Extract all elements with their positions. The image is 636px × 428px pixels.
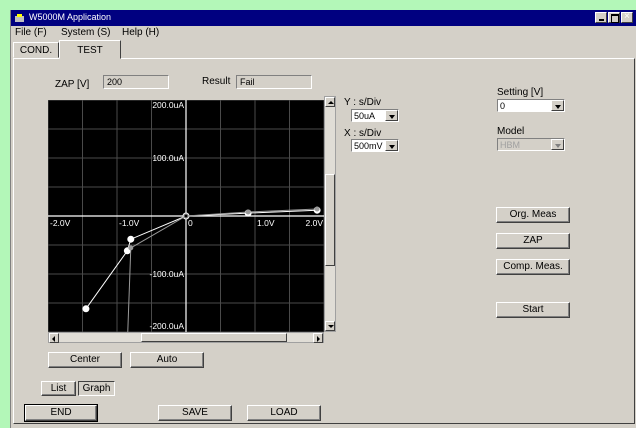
comp-meas-button[interactable]: Comp. Meas. bbox=[496, 259, 570, 275]
result-label: Result bbox=[202, 76, 231, 87]
chevron-down-icon[interactable] bbox=[385, 110, 398, 121]
scroll-up-icon[interactable] bbox=[325, 97, 335, 107]
tab-test[interactable]: TEST bbox=[59, 40, 121, 59]
chevron-down-icon[interactable] bbox=[551, 139, 564, 150]
menu-help[interactable]: Help (H) bbox=[122, 27, 159, 38]
zap-field: 200 bbox=[103, 75, 169, 89]
data-point bbox=[183, 213, 189, 219]
iv-chart: -2.0V -1.0V 0 1.0V 2.0V 200.0uA 100.0uA -100.0u… bbox=[47, 99, 325, 347]
graph-button[interactable]: Graph bbox=[78, 381, 115, 396]
x-div-select[interactable]: 500mV bbox=[351, 139, 399, 152]
horizontal-scroll-thumb[interactable] bbox=[141, 333, 287, 342]
y-div-select[interactable]: 50uA bbox=[351, 109, 399, 122]
x-tick-label: 0 bbox=[188, 218, 193, 228]
menu-file[interactable]: File (F) bbox=[15, 27, 47, 38]
y-tick-label: 100.0uA bbox=[152, 153, 184, 163]
org-meas-button[interactable]: Org. Meas bbox=[496, 207, 570, 223]
scroll-down-icon[interactable] bbox=[325, 321, 335, 331]
vertical-scroll-thumb[interactable] bbox=[325, 174, 335, 266]
x-tick-label: 1.0V bbox=[257, 218, 275, 228]
tab-cond[interactable]: COND. bbox=[13, 42, 59, 58]
window-title: W5000M Application bbox=[29, 12, 112, 22]
result-field: Fail bbox=[236, 75, 312, 89]
menu-system[interactable]: System (S) bbox=[61, 27, 110, 38]
data-point bbox=[128, 245, 134, 251]
center-button[interactable]: Center bbox=[48, 352, 122, 368]
end-button[interactable]: END bbox=[24, 404, 98, 422]
y-div-value: 50uA bbox=[354, 111, 376, 121]
close-icon[interactable]: × bbox=[621, 11, 633, 23]
horizontal-scrollbar[interactable] bbox=[48, 332, 324, 343]
maximize-icon[interactable] bbox=[608, 12, 620, 23]
y-tick-label: -200.0uA bbox=[150, 321, 185, 331]
y-div-label: Y : s/Div bbox=[344, 97, 382, 108]
data-point bbox=[245, 209, 251, 215]
model-value: HBM bbox=[500, 140, 520, 150]
x-tick-label: 2.0V bbox=[306, 218, 324, 228]
setting-select[interactable]: 0 bbox=[497, 99, 565, 112]
data-point bbox=[82, 305, 90, 313]
data-point bbox=[314, 206, 320, 212]
x-div-value: 500mV bbox=[354, 141, 383, 151]
scroll-left-icon[interactable] bbox=[49, 333, 59, 343]
load-button[interactable]: LOAD bbox=[247, 405, 321, 421]
iv-chart-svg: -2.0V -1.0V 0 1.0V 2.0V 200.0uA 100.0uA -100.0u… bbox=[47, 99, 325, 347]
vertical-scrollbar[interactable] bbox=[324, 96, 336, 332]
auto-button[interactable]: Auto bbox=[130, 352, 204, 368]
zap-label: ZAP [V] bbox=[55, 79, 90, 90]
chevron-down-icon[interactable] bbox=[551, 100, 564, 111]
scroll-right-icon[interactable] bbox=[313, 333, 323, 343]
setting-label: Setting [V] bbox=[497, 87, 544, 98]
minimize-icon[interactable] bbox=[595, 12, 607, 23]
x-div-label: X : s/Div bbox=[344, 128, 382, 139]
zap-button[interactable]: ZAP bbox=[496, 233, 570, 249]
chevron-down-icon[interactable] bbox=[385, 140, 398, 151]
save-button[interactable]: SAVE bbox=[158, 405, 232, 421]
data-point bbox=[127, 235, 135, 243]
setting-value: 0 bbox=[500, 101, 506, 111]
list-button[interactable]: List bbox=[41, 381, 76, 396]
model-select[interactable]: HBM bbox=[497, 138, 565, 151]
app-icon bbox=[15, 14, 24, 22]
x-tick-label: -1.0V bbox=[119, 218, 140, 228]
y-tick-label: 200.0uA bbox=[152, 100, 184, 110]
x-tick-label: -2.0V bbox=[50, 218, 71, 228]
menu-bar: File (F) System (S) Help (H) bbox=[11, 26, 636, 40]
model-label: Model bbox=[497, 126, 525, 137]
y-tick-label: -100.0uA bbox=[150, 269, 185, 279]
title-bar: W5000M Application × bbox=[11, 10, 636, 26]
start-button[interactable]: Start bbox=[496, 302, 570, 318]
